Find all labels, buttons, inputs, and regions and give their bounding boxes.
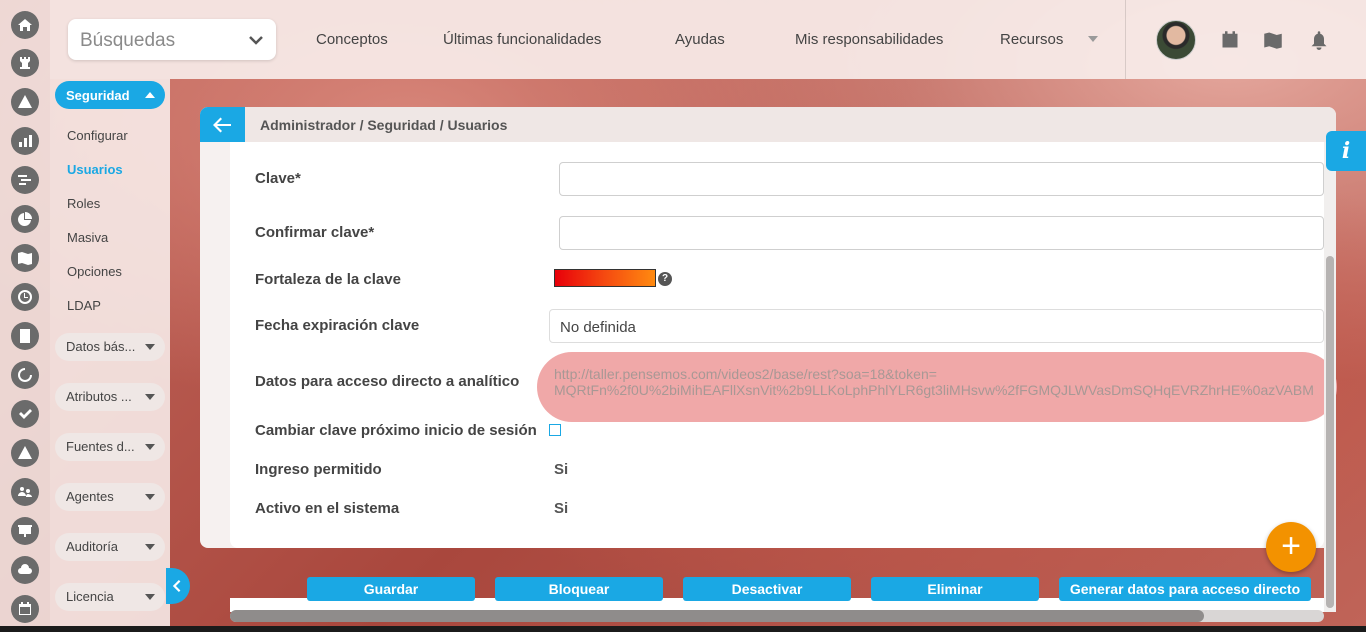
nav-ayudas[interactable]: Ayudas	[675, 31, 725, 48]
back-button[interactable]	[200, 107, 245, 142]
sidebar-item-ldap[interactable]: LDAP	[67, 298, 101, 313]
people-icon[interactable]	[11, 478, 39, 506]
vertical-scrollbar[interactable]	[1324, 142, 1336, 612]
desactivar-button[interactable]: Desactivar	[683, 577, 851, 601]
scroll-thumb[interactable]	[1326, 256, 1334, 608]
group-label: Atributos ...	[66, 389, 132, 404]
group-datos-basicos[interactable]: Datos bás...	[55, 333, 165, 361]
chevron-down-icon	[145, 444, 155, 450]
confirmar-clave-label: Confirmar clave*	[255, 224, 375, 241]
group-fuentes[interactable]: Fuentes d...	[55, 433, 165, 461]
fecha-expiracion-value: No definida	[560, 319, 636, 336]
nav-mis-responsabilidades[interactable]: Mis responsabilidades	[795, 31, 943, 48]
group-label: Auditoría	[66, 539, 119, 554]
arrow-left-icon	[213, 117, 231, 133]
ingreso-permitido-label: Ingreso permitido	[255, 461, 382, 478]
chevron-down-icon	[145, 494, 155, 500]
guardar-button[interactable]: Guardar	[307, 577, 475, 601]
group-label: Agentes	[66, 489, 114, 504]
group-atributos[interactable]: Atributos ...	[55, 383, 165, 411]
fecha-expiracion-label: Fecha expiración clave	[255, 317, 420, 334]
cambiar-clave-label: Cambiar clave próximo inicio de sesión	[255, 422, 537, 439]
map-icon[interactable]	[11, 244, 39, 272]
presentation-icon[interactable]	[11, 517, 39, 545]
bar-chart-icon[interactable]	[11, 127, 39, 155]
ingreso-permitido-value: Si	[554, 461, 569, 478]
datos-acceso-label: Datos para acceso directo a analítico	[255, 373, 520, 390]
eliminar-button[interactable]: Eliminar	[871, 577, 1039, 601]
pie-chart-icon[interactable]	[11, 205, 39, 233]
search-label: Búsquedas	[80, 30, 176, 51]
bell-icon[interactable]	[1309, 30, 1329, 50]
group-auditoria[interactable]: Auditoría	[55, 533, 165, 561]
chevron-down-icon	[145, 394, 155, 400]
bloquear-button[interactable]: Bloquear	[495, 577, 663, 601]
map-icon[interactable]	[1263, 30, 1283, 50]
cycle-icon[interactable]	[11, 361, 39, 389]
fortaleza-label: Fortaleza de la clave	[255, 271, 401, 288]
clave-label: Clave*	[255, 170, 301, 187]
help-icon[interactable]: ?	[658, 272, 672, 286]
chevron-down-icon	[145, 544, 155, 550]
group-licencia[interactable]: Licencia	[55, 583, 165, 611]
cambiar-clave-checkbox[interactable]	[549, 424, 561, 436]
url-line-2: MQRtFn%2f0U%2biMihEAFllXsnVit%2b9LLKoLph…	[554, 382, 1314, 398]
gantt-icon[interactable]	[11, 166, 39, 194]
group-label: Licencia	[66, 589, 114, 604]
scroll-thumb[interactable]	[230, 610, 1204, 622]
sidebar-item-roles[interactable]: Roles	[67, 196, 100, 211]
cloud-icon[interactable]	[11, 556, 39, 584]
generar-datos-button[interactable]: Generar datos para acceso directo	[1059, 577, 1311, 601]
divider	[1125, 0, 1126, 79]
nav-recursos[interactable]: Recursos	[1000, 31, 1063, 48]
activo-sistema-value: Si	[554, 500, 569, 517]
side-menu: Seguridad Configurar Usuarios Roles Masi…	[50, 79, 170, 632]
group-label: Datos bás...	[66, 339, 136, 354]
group-label: Fuentes d...	[66, 439, 135, 454]
password-strength-bar	[554, 269, 656, 287]
nav-conceptos[interactable]: Conceptos	[316, 31, 388, 48]
activo-sistema-label: Activo en el sistema	[255, 500, 400, 517]
form-body: Clave* Confirmar clave* Fortaleza de la …	[230, 142, 1337, 548]
home-icon[interactable]	[11, 11, 39, 39]
sidebar-item-masiva[interactable]: Masiva	[67, 230, 108, 245]
taskbar-strip	[0, 626, 1366, 632]
user-form-panel: Administrador / Seguridad / Usuarios Cla…	[200, 107, 1337, 548]
search-dropdown[interactable]: Búsquedas	[68, 19, 276, 60]
pyramid-icon[interactable]	[11, 88, 39, 116]
rook-icon[interactable]	[11, 49, 39, 77]
warning-icon[interactable]	[11, 439, 39, 467]
clock-icon[interactable]	[11, 283, 39, 311]
horizontal-scrollbar[interactable]	[230, 610, 1324, 622]
breadcrumb: Administrador / Seguridad / Usuarios	[260, 117, 508, 133]
sidebar-item-configurar[interactable]: Configurar	[67, 128, 128, 143]
calendar-icon[interactable]	[1220, 30, 1240, 50]
avatar[interactable]	[1156, 20, 1196, 60]
confirmar-clave-input[interactable]	[559, 216, 1324, 250]
document-icon[interactable]	[11, 322, 39, 350]
group-agentes[interactable]: Agentes	[55, 483, 165, 511]
nav-ultimas-funcionalidades[interactable]: Últimas funcionalidades	[443, 31, 601, 48]
panel-header: Administrador / Seguridad / Usuarios	[200, 107, 1336, 142]
sidebar-item-usuarios[interactable]: Usuarios	[67, 162, 123, 177]
chevron-up-icon	[145, 92, 155, 98]
add-button[interactable]: +	[1266, 522, 1316, 572]
top-bar: Búsquedas Conceptos Últimas funcionalida…	[50, 0, 1366, 79]
icon-rail	[0, 0, 50, 632]
chevron-down-icon	[145, 344, 155, 350]
recursos-caret-icon[interactable]	[1088, 36, 1098, 42]
chevron-down-icon	[249, 36, 263, 45]
calendar-icon[interactable]	[11, 595, 39, 623]
fecha-expiracion-field[interactable]: No definida	[549, 309, 1324, 343]
clave-input[interactable]	[559, 162, 1324, 196]
chevron-down-icon	[145, 594, 155, 600]
section-label: Seguridad	[66, 88, 130, 103]
check-icon[interactable]	[11, 400, 39, 428]
url-line-1: http://taller.pensemos.com/videos2/base/…	[554, 366, 937, 382]
seguridad-section-button[interactable]: Seguridad	[55, 81, 165, 109]
chevron-left-icon	[172, 579, 181, 593]
datos-acceso-url[interactable]: http://taller.pensemos.com/videos2/base/…	[554, 366, 1324, 398]
sidebar-item-opciones[interactable]: Opciones	[67, 264, 122, 279]
info-button[interactable]: i	[1326, 131, 1366, 171]
